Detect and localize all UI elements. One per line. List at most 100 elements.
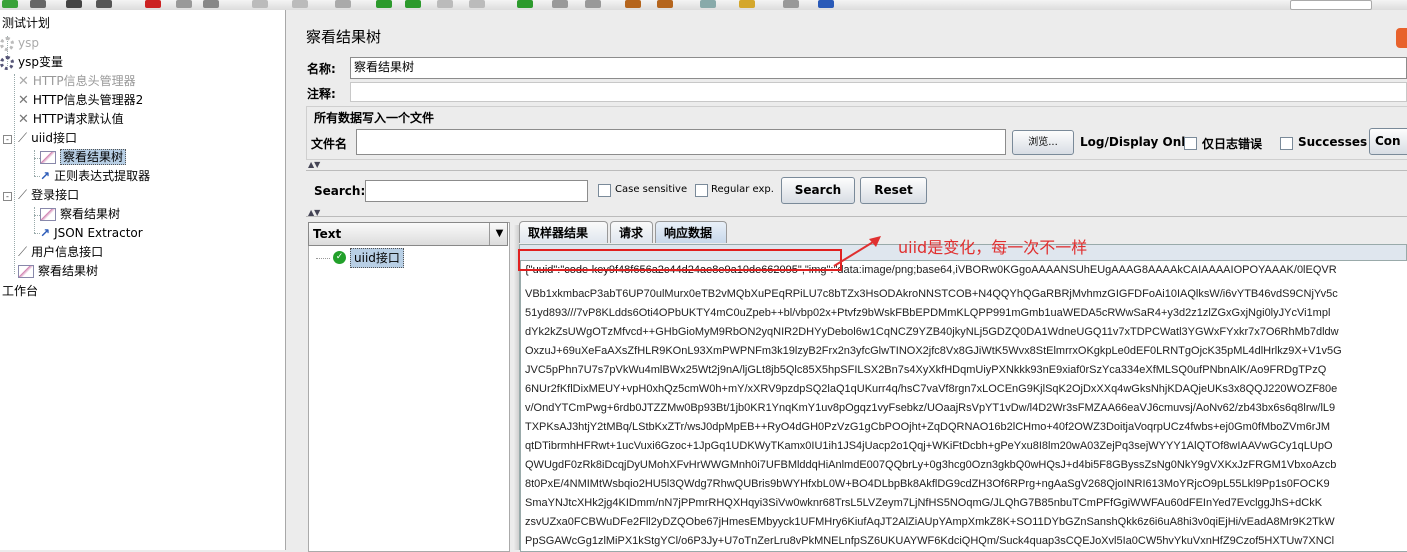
tree-item-view-results-tree[interactable]: 察看结果树 [40, 148, 127, 167]
save-as-icon[interactable] [96, 0, 112, 8]
splitter[interactable] [306, 216, 1407, 217]
uuid-highlight-box [518, 249, 842, 271]
response-text-area[interactable]: {"uuid":"code-key9f48f656a2c44d24ae8e9a1… [520, 260, 1407, 552]
errors-only-label: 仅日志错误 [1202, 137, 1263, 151]
case-sensitive-label: Case sensitive [615, 184, 688, 195]
tree-item-label: ysp [18, 36, 39, 50]
remote-stop-icon[interactable] [552, 0, 568, 8]
tree-item-ysp-variables[interactable]: ysp变量 [0, 53, 63, 72]
browse-button[interactable]: 浏览... [1012, 130, 1074, 155]
clear-icon[interactable] [625, 0, 641, 8]
remote-start-icon[interactable] [517, 0, 533, 8]
tree-item-label: 用户信息接口 [31, 245, 104, 259]
run-icon[interactable] [2, 0, 18, 8]
tree-item-json-extractor[interactable]: ↗ JSON Extractor [40, 224, 143, 243]
pipette-icon: ⟋ [18, 131, 28, 146]
start-icon[interactable] [376, 0, 392, 8]
response-line: dYk2kZsUWgOTzMfvcd++GHbGioMyM9RbON2yqNIR… [525, 326, 1339, 338]
configure-button[interactable]: Con [1369, 128, 1407, 155]
tree-workbench-label: 工作台 [2, 284, 39, 298]
tree-root-label: 测试计划 [2, 16, 51, 30]
expand-icon[interactable] [252, 0, 268, 8]
response-line: VBb1xkmbacP3abT6UP70ulMurx0eTB2vMQbXuPEq… [525, 288, 1338, 300]
tree-item-label: 察看结果树 [60, 149, 127, 165]
search-input[interactable] [365, 180, 588, 202]
tab-request[interactable]: 请求 [610, 221, 653, 243]
tab-sampler-result[interactable]: 取样器结果 [519, 221, 608, 243]
wrench-icon: ✕ [18, 74, 29, 89]
log-display-label: Log/Display Only: [1080, 135, 1198, 149]
stop-icon[interactable] [437, 0, 453, 8]
tree-item-label: 察看结果树 [60, 207, 121, 221]
remote-exit-icon[interactable] [585, 0, 601, 8]
search-button[interactable]: Search [781, 177, 855, 204]
reset-search-icon[interactable] [739, 0, 755, 8]
wrench-icon: ✕ [18, 93, 29, 108]
errors-only-checkbox[interactable] [1184, 137, 1197, 150]
tree-item-label: 正则表达式提取器 [54, 169, 151, 183]
shutdown-icon[interactable] [469, 0, 485, 8]
function-helper-icon[interactable] [783, 0, 799, 8]
tree-item-http-header-manager[interactable]: ✕ HTTP信息头管理器 [18, 72, 136, 91]
folder-icon[interactable] [30, 0, 46, 8]
copy-icon[interactable] [176, 0, 192, 8]
response-line: qtDTibrmhHFRwt+1ucVuxi6Gzoc+1JpGq1UDKWyT… [525, 440, 1333, 452]
cut-icon[interactable] [145, 0, 161, 8]
comment-input[interactable] [350, 82, 1407, 102]
tree-item-view-results-tree-3[interactable]: 察看结果树 [18, 262, 98, 281]
tree-item-ysp[interactable]: ysp [0, 34, 39, 53]
start-no-pause-icon[interactable] [405, 0, 421, 8]
response-line: PpSGAWcGg1zlMiPX1kStgYCl/o6P3Jy+U7oTnZer… [525, 535, 1335, 547]
renderer-select[interactable]: Text ▼ [308, 222, 508, 246]
case-sensitive-checkbox[interactable] [598, 184, 611, 197]
extractor-icon: ↗ [40, 226, 51, 240]
tree-root[interactable]: 测试计划 [2, 14, 50, 33]
split-arrows-icon[interactable]: ▲▼ [308, 160, 320, 169]
tree-item-http-header-manager-2[interactable]: ✕ HTTP信息头管理器2 [18, 91, 143, 110]
paste-icon[interactable] [203, 0, 219, 8]
tree-workbench[interactable]: 工作台 [2, 282, 38, 301]
chevron-down-icon[interactable]: ▼ [489, 223, 509, 245]
annotation-arrow-icon [833, 236, 881, 267]
tree-item-http-request-defaults[interactable]: ✕ HTTP请求默认值 [18, 110, 124, 129]
response-line: QWUgdF0zRk8iDcqjDyUMohXFvHrWWGMnh0i7UFBM… [525, 459, 1337, 471]
tree-item-label: 察看结果树 [38, 264, 99, 278]
splitter[interactable] [306, 170, 1407, 171]
regular-exp-label: Regular exp. [711, 184, 774, 195]
chart-icon [18, 265, 34, 278]
successes-label: Successes [1298, 135, 1368, 149]
tree-item-login-request[interactable]: ⟋ 登录接口 [18, 186, 79, 205]
successes-checkbox[interactable] [1280, 137, 1293, 150]
collapse-toggle[interactable]: - [3, 192, 12, 201]
response-line: zsvUZxa0FCBWuDFe2Fll2yDZQObe67jHmesEMbyy… [525, 516, 1335, 528]
collapse-icon[interactable] [292, 0, 308, 8]
panel-title: 察看结果树 [306, 28, 382, 46]
test-plan-tree: 测试计划 ysp ysp变量 ✕ HTTP信息头管理器 ✕ HTTP信息头管理器2 … [0, 10, 286, 550]
search-label: Search: [314, 184, 366, 198]
reset-button[interactable]: Reset [860, 177, 927, 204]
result-item[interactable]: uiid接口 [350, 248, 404, 268]
tab-response-data[interactable]: 响应数据 [655, 221, 727, 243]
regular-exp-checkbox[interactable] [695, 184, 708, 197]
extractor-icon: ↗ [40, 169, 51, 183]
name-input[interactable]: 察看结果树 [350, 57, 1407, 79]
toggle-icon[interactable] [335, 0, 351, 8]
tree-connector [316, 258, 330, 259]
help-icon[interactable] [818, 0, 834, 8]
tree-item-view-results-tree-2[interactable]: 察看结果树 [40, 205, 120, 224]
search-icon[interactable] [700, 0, 716, 8]
chart-icon [40, 151, 56, 164]
name-label: 名称: [307, 62, 336, 76]
tree-item-regex-extractor[interactable]: ↗ 正则表达式提取器 [40, 167, 150, 186]
clear-all-icon[interactable] [657, 0, 673, 8]
filename-input[interactable] [356, 129, 1006, 155]
save-icon[interactable] [66, 0, 82, 8]
tree-item-label: 登录接口 [31, 188, 80, 202]
annotation-text: uiid是变化，每一次不一样 [898, 238, 1088, 257]
collapse-toggle[interactable]: - [3, 135, 12, 144]
result-list-panel [308, 222, 510, 552]
tree-item-uiid-request[interactable]: ⟋ uiid接口 [18, 129, 77, 148]
pipette-icon: ⟋ [18, 245, 28, 260]
tree-item-user-info-request[interactable]: ⟋ 用户信息接口 [18, 243, 103, 262]
response-line: 51yd893///7vP8KLdds6Oti4OPbUKTY4mC0uZpeb… [525, 307, 1331, 319]
